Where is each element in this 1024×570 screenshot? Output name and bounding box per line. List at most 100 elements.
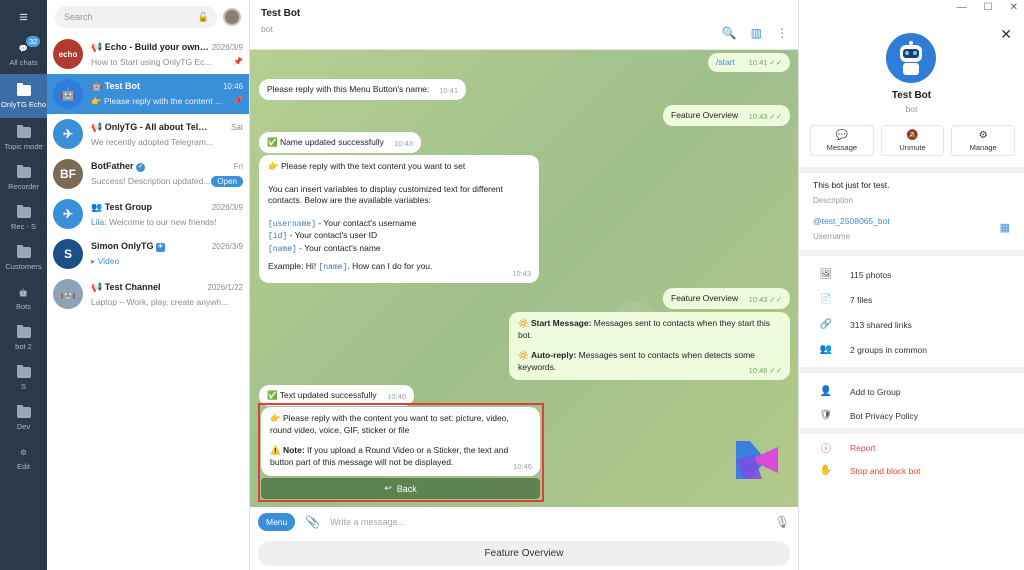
chat-date: Sat (230, 122, 243, 132)
chat-item-onlytg[interactable]: ✈ 📢 OnlyTG - All about Telegram Sat We r… (47, 114, 249, 154)
report-row[interactable]: ⓘ Report (815, 440, 876, 456)
manage-action-button[interactable]: ⚙ Manage (951, 125, 1016, 156)
chat-date: 2026/3/9 (211, 202, 243, 212)
chat-avatar: 🤖 (53, 79, 83, 109)
folder-topic-mode[interactable]: Topic mode (0, 118, 47, 158)
action-label: Unmute (899, 142, 926, 152)
stop-block-row[interactable]: ✋ Stop and block bot (815, 465, 921, 476)
more-options-icon[interactable]: ⋮ (776, 26, 788, 40)
chat-header[interactable]: Test Bot bot 🔍 ▥ ⋮ (250, 0, 798, 50)
telegram-avatar-icon: ✈ (53, 199, 83, 229)
telegram-avatar-icon: ✈ (53, 119, 83, 149)
shared-photos-row[interactable]: 🖼 115 photos (815, 269, 892, 280)
users-icon: 👥 (819, 344, 833, 355)
message-area[interactable]: /start 10:41 ✓✓ Please reply with this Me… (250, 50, 798, 507)
message-action-button[interactable]: 💬 Message (810, 125, 874, 156)
keyboard-feature-overview-button[interactable]: Feature Overview (258, 541, 790, 566)
chat-avatar: S (53, 239, 83, 269)
photo-icon: 🖼 (819, 269, 833, 280)
chat-item-botfather[interactable]: BF BotFather ✓ Fri Success! Description … (47, 154, 249, 194)
message-time: 10:43 (394, 138, 413, 148)
folder-all-chats[interactable]: 💬 32 All chats (0, 34, 47, 74)
unmute-action-button[interactable]: 🔕 Unmute (880, 125, 945, 156)
folder-bot-2[interactable]: bot 2 (0, 318, 47, 358)
folder-bots[interactable]: 🤖 Bots (0, 278, 47, 318)
folder-label: S (20, 381, 26, 391)
message-time: 10:41 (439, 85, 458, 95)
message-incoming[interactable]: 👉 Please reply with the text content you… (259, 155, 539, 283)
file-icon: 📄 (819, 294, 833, 305)
profile-panel: — ☐ ✕ ✕ Test Bot bot 💬 Message 🔕 Unmute … (798, 0, 1024, 570)
folder-rec-s[interactable]: Rec - S (0, 198, 47, 238)
chat-item-test-group[interactable]: ✈ 👥 Test Group 2026/3/9 Lila: Welcome to… (47, 194, 249, 234)
divider (799, 250, 1024, 256)
search-input[interactable]: Search 🔓 (55, 6, 217, 28)
folder-recorder[interactable]: Recorder (0, 158, 47, 198)
bot-username[interactable]: @test_2508065_bot Username (813, 216, 890, 241)
bot-avatar[interactable] (886, 33, 936, 83)
chat-name: 📢 Test Channel (91, 281, 161, 292)
unread-badge: 32 (26, 36, 41, 47)
message-outgoing[interactable]: Feature Overview 10:43 ✓✓ (663, 288, 790, 309)
common-groups-row[interactable]: 👥 2 groups in common (815, 344, 927, 355)
chat-item-echo[interactable]: echo 📢 Echo - Build your own s... 2026/3… (47, 34, 249, 74)
shared-files-row[interactable]: 📄 7 files (815, 294, 872, 305)
message-incoming[interactable]: Please reply with this Menu Button's nam… (259, 79, 466, 100)
open-button[interactable]: Open (211, 175, 243, 187)
close-window-icon[interactable]: ✕ (1010, 2, 1018, 13)
message-text: 👉 Please reply with the text content you… (268, 161, 466, 171)
bot-menu-button[interactable]: Menu (258, 513, 296, 531)
chat-item-test-channel[interactable]: 🤖 📢 Test Channel 2026/1/22 Laptop – Work… (47, 274, 249, 314)
folder-customers[interactable]: Customers (0, 238, 47, 278)
shield-icon: 🛡 (819, 410, 833, 421)
folder-edit[interactable]: ⚙ Edit (0, 438, 47, 478)
add-to-group-row[interactable]: 👤 Add to Group (815, 386, 901, 397)
add-user-icon: 👤 (819, 386, 833, 397)
privacy-policy-row[interactable]: 🛡 Bot Privacy Policy (815, 410, 918, 421)
message-incoming[interactable]: ✅ Name updated successfully 10:43 (259, 132, 421, 153)
folder-icon (16, 244, 32, 259)
maximize-icon[interactable]: ☐ (984, 2, 993, 13)
microphone-icon[interactable]: 🎙 (775, 515, 790, 529)
robot-icon: 🤖 (18, 287, 29, 297)
chat-item-test-bot[interactable]: 🤖 🤖 Test Bot 10:46 👉 Please reply with t… (47, 74, 249, 114)
lock-icon[interactable]: 🔓 (198, 12, 209, 23)
username-label: Username (813, 232, 850, 241)
minimize-icon[interactable]: — (957, 2, 967, 13)
folder-icon (16, 364, 32, 379)
attach-icon[interactable]: 📎 (305, 515, 320, 529)
row-label: 7 files (850, 294, 873, 305)
hamburger-menu-icon[interactable]: ≡ (0, 0, 47, 34)
row-label: 313 shared links (850, 319, 912, 330)
chat-item-simon[interactable]: S Simon OnlyTG ✈ 2026/3/9 ▸ Video (47, 234, 249, 274)
folder-icon (16, 204, 32, 219)
profile-actions: 💬 Message 🔕 Unmute ⚙ Manage (810, 125, 1016, 156)
row-label: Stop and block bot (850, 465, 921, 476)
folder-label: OnlyTG Echo (0, 99, 46, 109)
folder-icon (16, 404, 32, 419)
message-input[interactable]: Write a message... (330, 517, 775, 527)
qr-code-icon[interactable]: ▦ (1000, 221, 1010, 234)
folder-label: Bots (15, 301, 31, 311)
chat-date: 2026/3/9 (211, 42, 243, 52)
folder-dev[interactable]: Dev (0, 398, 47, 438)
chat-name: 🤖 Test Bot (91, 81, 141, 91)
message-text: 🔆 Auto-reply: Messages sent to contacts … (518, 350, 755, 372)
chat-preview: 👉 Please reply with the content ... (91, 96, 223, 106)
folder-s[interactable]: S (0, 358, 47, 398)
message-outgoing[interactable]: /start 10:41 ✓✓ (708, 53, 790, 72)
divider (799, 428, 1024, 434)
close-panel-icon[interactable]: ✕ (1000, 26, 1012, 43)
message-outgoing[interactable]: 🔆 Start Message: Messages sent to contac… (509, 312, 790, 380)
folder-onlytg-echo[interactable]: OnlyTG Echo (0, 74, 47, 118)
shared-links-row[interactable]: 🔗 313 shared links (815, 319, 912, 330)
message-text: /start (716, 57, 735, 67)
message-outgoing[interactable]: Feature Overview 10:43 ✓✓ (663, 105, 790, 126)
sidebar-toggle-icon[interactable]: ▥ (751, 26, 762, 40)
message-text: Feature Overview (671, 110, 739, 120)
my-avatar[interactable] (223, 8, 241, 26)
chat-name: 👥 Test Group (91, 201, 153, 212)
variable-line: [name] - Your contact's name (268, 242, 381, 254)
search-icon[interactable]: 🔍 (722, 26, 737, 40)
divider (799, 167, 1024, 173)
